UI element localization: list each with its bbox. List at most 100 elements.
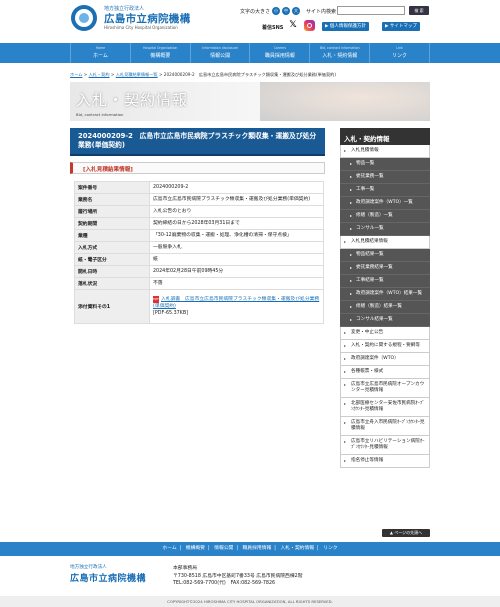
gnav-careers-label: 職員採用情報 [264,53,295,59]
sidebar-item[interactable]: コンサル一覧 [340,223,430,236]
gnav-links-label: リンク [392,53,408,59]
sidebar-item[interactable]: 広島市立広島市民病院オープンカウンター見積情報 [340,379,430,398]
attachment-link[interactable]: 入札調書 広島市立広島市民病院プラスチック類収集・運搬及び処分業務(単価契約) [153,297,319,309]
sidebar-item[interactable]: 政府調達案件（WTO）一覧 [340,197,430,210]
font-size-label: 文字の大きさ [240,9,271,15]
footer-nav-disclosure[interactable]: 情報公開 [214,546,233,551]
sidebar-item[interactable]: 変更・中止公告 [340,327,430,340]
font-size-large-button[interactable]: 大 [292,7,300,15]
attachment-cell: PDF 入札調書 広島市立広島市民病院プラスチック類収集・運搬及び処分業務(単価契… [149,289,324,324]
row-value: 不落 [149,277,324,290]
sidebar-item[interactable]: 北部医療センター安佐市民病院ｵｰﾌﾟﾝｶｳﾝﾀｰ見積情報 [340,398,430,417]
sidebar-item[interactable]: 広島市立リハビリテーション病院ｵｰﾌﾟﾝｶｳﾝﾀｰ見積情報 [340,436,430,455]
row-label: 開札日時 [74,265,150,278]
gnav-disclosure[interactable]: Information disclosure 情報公開 [189,43,250,63]
sidebar-item[interactable]: 物品一覧 [340,158,430,171]
bid-result-table: 案件番号 2024000209-2 業務名 広島市立広島市民病院プラスチック類収集・… [74,181,324,324]
table-row: 業種 「30-12廃棄物の収集・運搬・処理、浄化槽の清掃・保守点検」 [74,229,324,242]
instagram-icon[interactable] [304,20,315,31]
sidebar-item[interactable]: 広島市立舟入市民病院ｵｰﾌﾟﾝｶｳﾝﾀｰ見積情報 [340,417,430,436]
sidebar-item[interactable]: 入札見積結果情報 [340,236,430,249]
sidebar-item[interactable]: 政府調達案件（WTO） [340,353,430,366]
font-size-medium-button[interactable]: 中 [282,7,290,15]
gnav-organization-label: 機構概要 [150,53,171,59]
sidebar-item[interactable]: 入札見積情報 [340,145,430,158]
site-search-input[interactable] [337,6,405,15]
row-label: 業種 [74,229,150,242]
organization-logo-icon[interactable] [70,4,98,32]
org-english-name: Hiroshima City Hospital Organization [104,25,178,30]
gnav-careers[interactable]: Careers 職員採用情報 [249,43,309,63]
table-row: 開札日時 2024年02月28日午前09時45分 [74,265,324,278]
gnav-organization-en: Hospital Organization [143,46,178,50]
row-value: 広島市立広島市民病院プラスチック類収集・運搬及び処分業務(単価契約) [149,193,324,206]
row-label: 案件番号 [74,181,150,194]
breadcrumb-bid-contract[interactable]: 入札・契約 [89,72,110,77]
gnav-organization[interactable]: Hospital Organization 機構概要 [129,43,190,63]
table-row: 契約期間 契約締結の日から2028年03月31日まで [74,217,324,230]
section-heading-box: [入札見積結果情報] [70,162,325,174]
font-size-small-button[interactable]: 小 [272,7,280,15]
sidebar-item[interactable]: 各種帳票・様式 [340,366,430,379]
breadcrumb: ホーム > 入札・契約 > 入札見積結果情報一覧 > 2024000209-2 … [70,72,336,77]
gnav-links-en: Link [396,46,403,50]
footer-nav-home[interactable]: ホーム [162,546,176,551]
org-name[interactable]: 広島市立病院機構 [104,11,190,26]
footer-nav-organization[interactable]: 機構概要 [186,546,205,551]
page-banner: 入札・契約情報 Bid, contract information [70,82,430,121]
gnav-home[interactable]: Home ホーム [70,43,130,63]
sidebar-heading: 入札・契約情報 [340,128,430,145]
sitemap-button[interactable]: ▶ サイトマップ [382,22,420,31]
page-title: 2024000209-2 広島市立広島市民病院プラスチック類収集・運搬及び処分業… [78,132,317,149]
table-row: 案件番号 2024000209-2 [74,181,324,194]
footer-logo: 地方独立行政法人 広島市立病院機構 [70,564,180,584]
sidebar-item[interactable]: 入札・契約に関する規程・要綱等 [340,340,430,353]
table-row: 履行場所 入札公告のとおり [74,205,324,218]
sidebar-item[interactable]: 物品結果一覧 [340,249,430,262]
attachment-label: 添付資料その1 [74,289,150,324]
table-row: 落札状況 不落 [74,277,324,290]
search-button[interactable]: 検 索 [409,6,429,15]
gnav-bid-contract[interactable]: Bid, contract information 入札・契約情報 [309,43,369,63]
sidebar-list: 入札見積情報物品一覧委託業務一覧工事一覧政府調達案件（WTO）一覧修繕（製造）一… [340,145,430,468]
sidebar-item[interactable]: コンサル結果一覧 [340,314,430,327]
banner-image [260,82,430,121]
gnav-disclosure-label: 情報公開 [210,53,231,59]
sidebar-item[interactable]: 工事結果一覧 [340,275,430,288]
gnav-links[interactable]: Link リンク [369,43,430,63]
privacy-policy-button[interactable]: ▶ 個人情報保護方針 [322,22,369,31]
gnav-careers-en: Careers [273,46,287,50]
global-navigation: Home ホーム Hospital Organization 機構概要 Inform… [0,43,500,63]
row-label: 落札状況 [74,277,150,290]
gnav-bid-contract-en: Bid, contract information [319,46,360,50]
row-value: 紙 [149,253,324,266]
footer-nav-links[interactable]: リンク [323,546,337,551]
privacy-policy-label: 個人情報保護方針 [329,24,366,29]
sidebar-item[interactable]: 委託業務結果一覧 [340,262,430,275]
footer-nav-bid-contract[interactable]: 入札・契約情報 [280,546,314,551]
section-heading: [入札見積結果情報] [83,167,133,173]
sidebar-item[interactable]: 工事一覧 [340,184,430,197]
sitemap-label: サイトマップ [389,24,417,29]
footer-address: 〒730-8518 広島市中区基町7番33号 広島市民病院西棟2階 [173,573,303,579]
sidebar: 入札・契約情報 入札見積情報物品一覧委託業務一覧工事一覧政府調達案件（WTO）一… [340,128,430,468]
x-icon[interactable]: 𝕏 [288,20,298,31]
table-row: 紙・電子区分紙 [74,253,324,266]
footer-address-block: 本部事務局 〒730-8518 広島市中区基町7番33号 広島市民病院西棟2階 … [173,565,303,588]
page-top-button[interactable]: ▲ ページの先頭へ [382,529,430,537]
gnav-bid-contract-label: 入札・契約情報 [322,53,358,59]
banner-title: 入札・契約情報 [76,91,189,109]
sidebar-item[interactable]: 指名停止等情報 [340,455,430,468]
row-value: 2024年02月28日午前09時45分 [149,265,324,278]
sidebar-item[interactable]: 修繕（製造）結果一覧 [340,301,430,314]
footer-nav-careers[interactable]: 職員採用情報 [243,546,272,551]
breadcrumb-current: 2024000209-2 広島市立広島市民病院プラスチック類収集・運搬及び処分業… [163,72,336,77]
site-header: 地方独立行政法人 広島市立病院機構 Hiroshima City Hospita… [0,0,500,38]
sidebar-item[interactable]: 修繕（製造）一覧 [340,210,430,223]
row-label: 業務名 [74,193,150,206]
breadcrumb-results-list[interactable]: 入札見積結果情報一覧 [116,72,158,77]
sidebar-item[interactable]: 政府調達案件（WTO）結果一覧 [340,288,430,301]
sidebar-item[interactable]: 委託業務一覧 [340,171,430,184]
breadcrumb-home[interactable]: ホーム [70,72,82,77]
row-value: 契約締結の日から2028年03月31日まで [149,217,324,230]
